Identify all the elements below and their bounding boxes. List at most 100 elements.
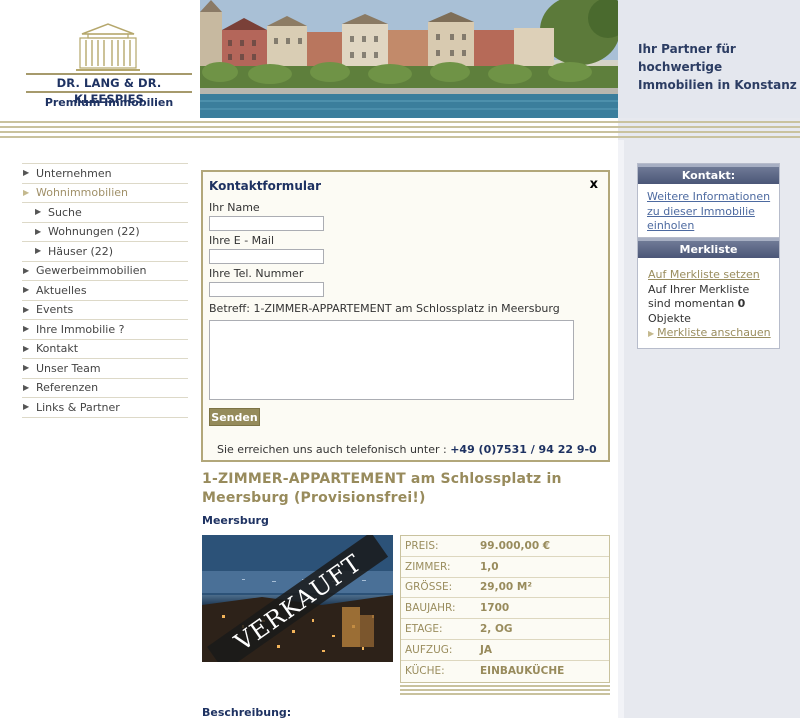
sold-stamp-text: VERKAUFT	[229, 549, 367, 657]
detail-label: BAUJAHR:	[405, 602, 456, 615]
merkliste-box-body: Auf Merkliste setzen Auf Ihrer Merkliste…	[638, 258, 779, 348]
detail-label: ZIMMER:	[405, 560, 451, 573]
property-details-table: PREIS: 99.000,00 € ZIMMER: 1,0 GRÖSSE: 29,0…	[400, 535, 610, 683]
detail-row-size: GRÖSSE: 29,00 M²	[401, 578, 609, 599]
detail-row-elevator: AUFZUG: JA	[401, 640, 609, 661]
nav-item-referenzen[interactable]: ▶ Referenzen	[22, 377, 188, 398]
phone-info: Sie erreichen uns auch telefonisch unter…	[217, 443, 597, 456]
nav-item-ihre-immobilie[interactable]: ▶ Ihre Immobilie ?	[22, 319, 188, 339]
nav-item-links-partner[interactable]: ▶ Links & Partner	[22, 397, 188, 417]
detail-row-floor: ETAGE: 2, OG	[401, 619, 609, 640]
nav-item-unternehmen[interactable]: ▶ Unternehmen	[22, 163, 188, 183]
email-label: Ihre E - Mail	[209, 234, 275, 247]
merkliste-count: 0	[737, 297, 746, 310]
triangle-right-icon: ▶	[23, 402, 30, 412]
property-photo[interactable]: VERKAUFT	[202, 535, 393, 662]
detail-row-year: BAUJAHR: 1700	[401, 598, 609, 620]
merkliste-text-before: Auf Ihrer Merkliste sind momentan	[648, 282, 750, 311]
right-stripes	[618, 118, 800, 140]
nav-item-haeuser[interactable]: ▶ Häuser (22)	[22, 241, 188, 261]
nav-label: Referenzen	[36, 381, 99, 395]
tagline-panel: Ihr Partner für hochwertige Immobilien i…	[618, 0, 800, 118]
sold-stamp: VERKAUFT	[207, 535, 389, 662]
description-heading: Beschreibung:	[202, 706, 292, 718]
main-navigation: ▶ Unternehmen ▶ Wohnimmobilien ▶ Suche ▶ Woh…	[22, 163, 188, 418]
nav-label: Ihre Immobilie ?	[36, 322, 125, 336]
nav-item-wohnimmobilien[interactable]: ▶ Wohnimmobilien	[22, 182, 188, 203]
nav-label: Wohnimmobilien	[36, 186, 129, 200]
nav-label: Events	[36, 303, 74, 317]
nav-item-kontakt[interactable]: ▶ Kontakt	[22, 338, 188, 359]
header-banner-image	[200, 0, 618, 118]
detail-label: GRÖSSE:	[405, 581, 453, 594]
triangle-right-icon: ▶	[23, 343, 30, 353]
nav-item-aktuelles[interactable]: ▶ Aktuelles	[22, 280, 188, 300]
contact-form: Kontaktformular x Ihr Name Ihre E - Mail…	[201, 170, 610, 462]
merkliste-box: Merkliste Auf Merkliste setzen Auf Ihrer…	[637, 237, 780, 349]
send-button[interactable]: Senden	[209, 408, 260, 426]
email-input[interactable]	[209, 249, 324, 264]
form-title: Kontaktformular	[209, 179, 321, 193]
nav-item-unser-team[interactable]: ▶ Unser Team	[22, 358, 188, 378]
detail-label: AUFZUG:	[405, 643, 453, 656]
triangle-right-icon: ▶	[35, 207, 42, 217]
header-stripes	[0, 118, 618, 140]
nav-divider	[22, 416, 188, 418]
name-label: Ihr Name	[209, 201, 260, 214]
nav-label: Kontakt	[36, 342, 79, 356]
add-to-merkliste-link[interactable]: Auf Merkliste setzen	[648, 268, 760, 281]
header: DR. LANG & DR. KLEESPIES Premium Immobil…	[0, 0, 800, 118]
phone-input[interactable]	[209, 282, 324, 297]
kontakt-box-body: Weitere Informationen zu dieser Immobili…	[638, 184, 779, 240]
nav-label: Gewerbeimmobilien	[36, 264, 147, 278]
detail-row-rooms: ZIMMER: 1,0	[401, 557, 609, 578]
nav-item-events[interactable]: ▶ Events	[22, 299, 188, 320]
details-stripes	[400, 683, 610, 695]
detail-label: PREIS:	[405, 539, 439, 552]
triangle-right-icon: ▶	[23, 285, 30, 295]
city-skyline-image	[200, 0, 618, 118]
logo[interactable]: DR. LANG & DR. KLEESPIES Premium Immobil…	[0, 0, 200, 118]
name-input[interactable]	[209, 216, 324, 231]
view-merkliste-link[interactable]: Merkliste anschauen	[657, 326, 771, 339]
detail-value: 1700	[480, 602, 510, 615]
detail-value: 2, OG	[480, 623, 513, 636]
nav-label: Unser Team	[36, 361, 101, 375]
more-info-link[interactable]: Weitere Informationen zu dieser Immobili…	[647, 190, 770, 232]
property-title: 1-ZIMMER-APPARTEMENT am Schlossplatz in …	[202, 471, 562, 506]
message-textarea[interactable]	[209, 320, 574, 400]
kontakt-box: Kontakt: Weitere Informationen zu dieser…	[637, 163, 780, 241]
triangle-right-icon: ▶	[23, 304, 30, 314]
nav-item-wohnungen[interactable]: ▶ Wohnungen (22)	[22, 221, 188, 242]
nav-item-gewerbeimmobilien[interactable]: ▶ Gewerbeimmobilien	[22, 260, 188, 281]
phone-number: +49 (0)7531 / 94 22 9-0	[450, 443, 597, 456]
phone-info-text: Sie erreichen uns auch telefonisch unter…	[217, 443, 447, 456]
triangle-right-icon: ▶	[35, 246, 42, 256]
detail-value: 1,0	[480, 560, 499, 573]
detail-value: JA	[480, 643, 493, 656]
phone-label: Ihre Tel. Nummer	[209, 267, 304, 280]
merkliste-count-text: Auf Ihrer Merkliste sind momentan 0 Obje…	[648, 283, 773, 327]
detail-row-price: PREIS: 99.000,00 €	[401, 536, 609, 557]
nav-label: Unternehmen	[36, 166, 112, 180]
nav-label: Links & Partner	[36, 400, 120, 414]
detail-label: KÜCHE:	[405, 665, 445, 678]
triangle-right-icon: ▶	[23, 187, 30, 197]
detail-row-kitchen: KÜCHE: EINBAUKÜCHE	[401, 661, 609, 682]
detail-value: EINBAUKÜCHE	[480, 665, 565, 678]
nav-item-suche[interactable]: ▶ Suche	[22, 202, 188, 222]
merkliste-text-after: Objekte	[648, 311, 691, 325]
logo-subtitle: Premium Immobilien	[44, 96, 174, 109]
tagline: Ihr Partner für hochwertige Immobilien i…	[638, 42, 797, 92]
triangle-right-icon: ▶	[23, 382, 30, 392]
kontakt-box-title: Kontakt:	[638, 164, 779, 184]
triangle-right-icon: ▶	[648, 329, 655, 338]
nav-label: Wohnungen (22)	[48, 225, 140, 239]
detail-value: 99.000,00 €	[480, 539, 551, 552]
triangle-right-icon: ▶	[35, 226, 42, 236]
detail-label: ETAGE:	[405, 623, 443, 636]
detail-value: 29,00 M²	[480, 581, 532, 594]
property-location: Meersburg	[202, 514, 269, 527]
logo-name: DR. LANG & DR. KLEESPIES	[26, 73, 192, 106]
close-button[interactable]: x	[590, 177, 598, 192]
